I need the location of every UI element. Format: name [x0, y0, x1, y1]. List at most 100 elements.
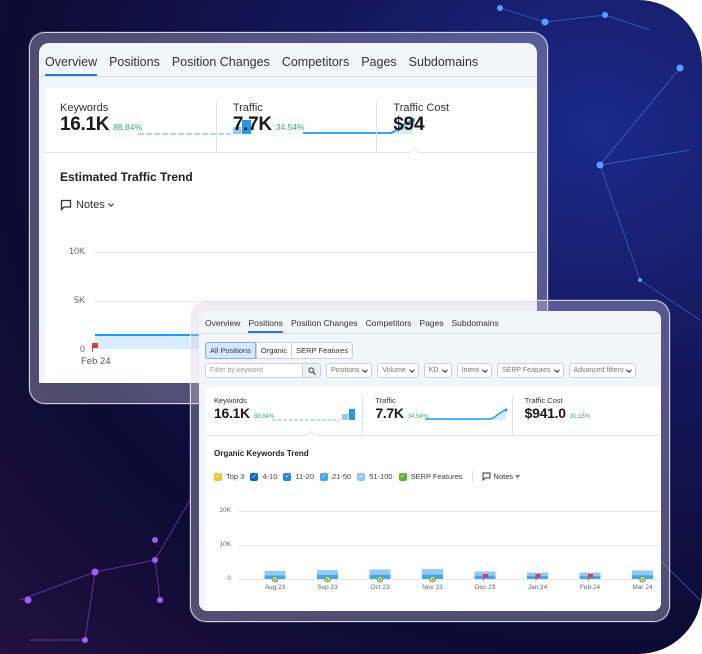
filter-intent[interactable]: Intent — [456, 363, 493, 378]
legend-label: 11-20 — [295, 472, 315, 481]
legend-label: Top 3 — [226, 472, 245, 481]
legend-11-20[interactable]: ✓ 11-20 — [283, 472, 314, 481]
tab-bar: Overview Positions Position Changes Comp… — [39, 43, 537, 77]
notes-dropdown[interactable]: Notes — [482, 472, 520, 481]
metric-value: $94 — [393, 114, 425, 135]
flag-icon[interactable] — [91, 343, 99, 352]
tab-position-changes[interactable]: Position Changes — [291, 318, 358, 333]
subtab-organic[interactable]: Organic — [255, 343, 291, 358]
section-title: Organic Keywords Trend — [214, 449, 309, 458]
chevron-down-icon — [482, 366, 488, 373]
google-update-icon[interactable] — [376, 575, 384, 583]
tab-competitors[interactable]: Competitors — [366, 318, 412, 333]
bar-segment-51-100 — [317, 570, 338, 576]
legend-serp-features[interactable]: ✓ SERP Features — [398, 472, 463, 481]
tab-position-changes[interactable]: Position Changes — [172, 55, 270, 76]
tab-bar: Overview Positions Position Changes Comp… — [199, 311, 661, 334]
tab-overview[interactable]: Overview — [205, 318, 240, 333]
google-update-icon[interactable] — [271, 575, 279, 583]
checkbox-checked-icon: ✓ — [283, 472, 292, 481]
x-tick: Oct 23 — [370, 584, 390, 591]
metric-label: Traffic — [375, 396, 396, 405]
chevron-down-icon — [362, 366, 369, 373]
metric-traffic-cost[interactable]: Traffic Cost $94 — [376, 102, 537, 152]
keyword-filter-input[interactable] — [206, 364, 302, 377]
metric-label: Traffic Cost — [393, 102, 450, 114]
chevron-down-icon — [515, 473, 520, 478]
metric-label: Keywords — [60, 102, 109, 114]
organic-keywords-chart: Aug 23 Sep 23 Oct 23 Nov 23 Dec 23 Jan 24 Feb … — [264, 569, 653, 591]
metric-traffic[interactable]: Traffic 7.7K 34.54% — [215, 102, 415, 152]
chevron-down-icon — [626, 366, 633, 373]
gridline — [95, 252, 537, 253]
google-update-icon[interactable] — [324, 575, 331, 583]
bar-segment-51-100 — [369, 569, 391, 575]
tab-pages[interactable]: Pages — [361, 55, 396, 76]
filter-bar: Positions Volume KD Intent SERP Features… — [205, 363, 637, 378]
metric-keywords[interactable]: Keywords 16.1K 88.84% — [60, 102, 251, 152]
section-title: Estimated Traffic Trend — [60, 170, 193, 184]
legend-label: 51-100 — [369, 472, 393, 481]
position-type-toggle: All Positions Organic SERP Features — [205, 342, 354, 359]
metric-value: 7.7K — [232, 114, 272, 135]
subtab-serp-features[interactable]: SERP Features — [291, 343, 352, 358]
chevron-down-icon — [107, 201, 114, 207]
metric-keywords[interactable]: Keywords 16.1K 88.84% — [214, 396, 362, 435]
filter-label: SERP Features — [502, 367, 551, 374]
tab-subdomains[interactable]: Subdomains — [452, 318, 499, 333]
checkbox-checked-icon: ✓ — [398, 472, 407, 481]
metric-traffic-cost[interactable]: Traffic Cost $941.0 30.15% — [511, 396, 661, 435]
spark-bar — [349, 409, 355, 420]
x-tick: Nov 23 — [422, 584, 443, 591]
y-tick: 5K — [73, 295, 85, 305]
search-icon — [307, 366, 316, 375]
legend-label: 21-50 — [332, 472, 352, 481]
search-button[interactable] — [302, 364, 320, 377]
checkbox-checked-icon: ✓ — [320, 472, 329, 481]
filter-volume[interactable]: Volume — [377, 363, 419, 378]
filter-positions[interactable]: Positions — [326, 363, 373, 378]
tab-overview[interactable]: Overview — [45, 55, 98, 76]
tab-pages[interactable]: Pages — [419, 318, 443, 333]
flag-icon[interactable] — [483, 574, 488, 581]
google-update-icon[interactable] — [639, 575, 646, 583]
chart-legend: ✓ Top 3 ✓ 4-10 ✓ 11-20 ✓ 21-50 ✓ 51-100 ✓ SERP… — [214, 471, 520, 482]
x-tick: Mar 24 — [632, 584, 653, 591]
legend-21-50[interactable]: ✓ 21-50 — [320, 472, 351, 481]
notes-dropdown[interactable]: Notes — [60, 199, 114, 211]
legend-top-3[interactable]: ✓ Top 3 — [214, 472, 244, 481]
filter-kd[interactable]: KD — [423, 363, 452, 378]
flag-icon[interactable] — [535, 574, 541, 581]
metric-value: $941.0 — [524, 405, 566, 421]
metric-label: Traffic Cost — [524, 396, 563, 405]
subtab-all-positions[interactable]: All Positions — [205, 342, 256, 359]
tab-subdomains[interactable]: Subdomains — [409, 55, 479, 76]
x-tick: Feb 24 — [81, 356, 111, 367]
legend-4-10[interactable]: ✓ 4-10 — [250, 472, 277, 481]
metric-change: 34.54% — [275, 122, 305, 132]
metrics-row: Keywords 16.1K 88.84% Traffic 7.7K 34.54… — [45, 88, 537, 159]
metric-label: Keywords — [214, 396, 247, 405]
legend-label: 4-10 — [262, 472, 278, 481]
filter-label: Advanced filters — [573, 367, 624, 374]
x-tick: Jan 24 — [528, 584, 548, 591]
metric-value: 16.1K — [60, 114, 110, 135]
google-update-icon[interactable] — [429, 575, 436, 583]
metric-traffic[interactable]: Traffic 7.7K 34.54% — [362, 396, 511, 435]
metric-value: 16.1K — [214, 405, 250, 421]
tab-competitors[interactable]: Competitors — [282, 55, 349, 76]
tab-positions[interactable]: Positions — [109, 55, 160, 76]
tab-positions[interactable]: Positions — [248, 318, 283, 333]
flag-icon[interactable] — [588, 574, 593, 581]
legend-51-100[interactable]: ✓ 51-100 — [357, 472, 393, 481]
y-tick: 0 — [79, 344, 85, 354]
keywords-sparkline — [272, 409, 355, 421]
filter-advanced[interactable]: Advanced filters — [568, 363, 637, 378]
checkbox-checked-icon: ✓ — [357, 472, 366, 481]
x-tick: Feb 24 — [580, 584, 601, 591]
notes-label: Notes — [493, 472, 514, 481]
y-tick: 10K — [68, 246, 85, 256]
positions-card: Keywords 16.1K 88.84% Traffic 7.7K 34.54… — [205, 387, 661, 611]
filter-serp-features[interactable]: SERP Features — [497, 363, 564, 378]
comment-icon — [60, 199, 72, 211]
